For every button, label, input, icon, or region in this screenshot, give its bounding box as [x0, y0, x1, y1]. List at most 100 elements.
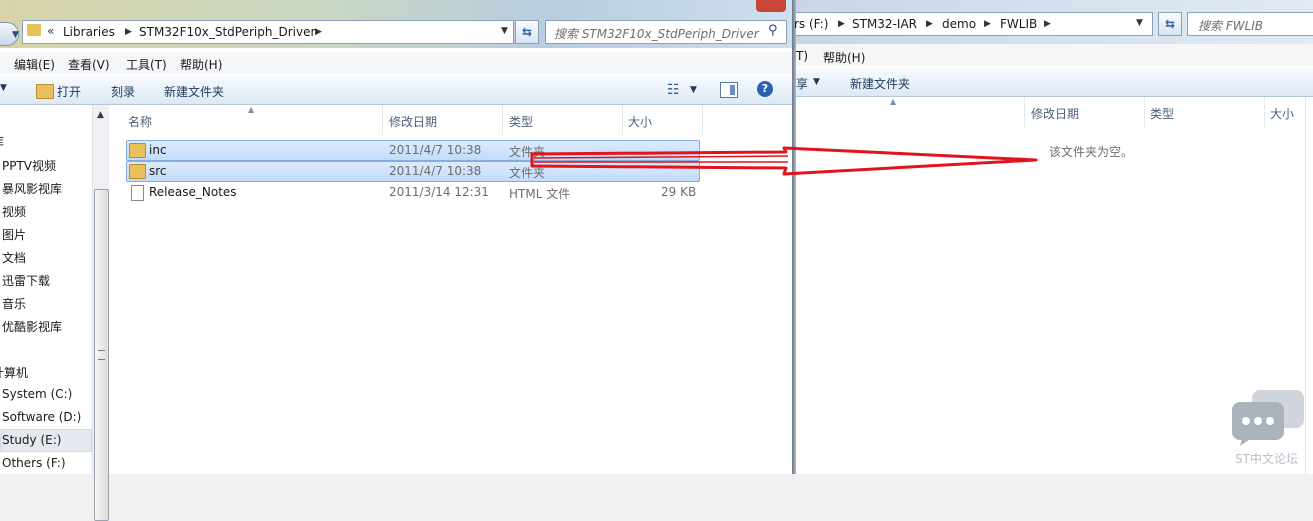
column-divider[interactable]	[702, 105, 703, 135]
help-icon[interactable]: ?	[757, 81, 773, 97]
nav-item-drive-c[interactable]: System (C:)	[2, 387, 72, 401]
nav-item-libraries[interactable]: 库	[0, 133, 4, 150]
column-divider[interactable]	[1144, 97, 1145, 127]
command-bar: 享 ▼ 新建文件夹	[796, 68, 1313, 97]
preview-pane-icon[interactable]	[720, 82, 738, 98]
refresh-button[interactable]: ⇆	[515, 20, 539, 44]
column-divider[interactable]	[1024, 97, 1025, 127]
file-date: 2011/4/7 10:38	[389, 164, 482, 178]
left-title-bar: ▼ « Libraries ▶ STM32F10x_StdPeriph_Driv…	[0, 0, 792, 48]
search-input[interactable]: 搜索 STM32F10x_StdPeriph_Driver ⚲	[545, 20, 787, 44]
column-header-date[interactable]: 修改日期	[389, 113, 437, 130]
folder-icon	[27, 24, 41, 36]
breadcrumb-arrow-icon[interactable]: ▶	[125, 27, 132, 37]
breadcrumb-fwlib[interactable]: FWLIB	[1000, 17, 1037, 31]
file-name[interactable]: src	[149, 164, 167, 178]
folder-icon	[129, 143, 146, 158]
folder-icon	[129, 164, 146, 179]
menu-view[interactable]: 查看(V)	[68, 56, 110, 73]
organize-dropdown-icon[interactable]: ▼	[0, 83, 7, 93]
watermark-text: ST中文论坛	[1235, 452, 1298, 466]
empty-folder-message: 该文件夹为空。	[1049, 145, 1134, 159]
breadcrumb-arrow-icon[interactable]: ▶	[1044, 19, 1051, 29]
table-row[interactable]: Release_Notes 2011/3/14 12:31 HTML 文件 29…	[127, 183, 699, 202]
address-bar[interactable]: « Libraries ▶ STM32F10x_StdPeriph_Driver…	[22, 20, 514, 44]
refresh-button[interactable]: ⇆	[1158, 12, 1182, 36]
search-placeholder: 搜索 STM32F10x_StdPeriph_Driver	[554, 27, 759, 41]
address-dropdown-icon[interactable]: ▼	[501, 26, 508, 36]
nav-item-music[interactable]: 音乐	[2, 295, 26, 312]
breadcrumb-libraries[interactable]: Libraries	[63, 25, 115, 39]
column-divider[interactable]	[622, 105, 623, 135]
file-type: HTML 文件	[509, 187, 571, 201]
breadcrumb-arrow-icon[interactable]: ▶	[926, 19, 933, 29]
menu-help[interactable]: 帮助(H)	[823, 49, 865, 66]
nav-item-xunlei[interactable]: 迅雷下载	[2, 272, 50, 289]
address-overflow-chevron[interactable]: «	[47, 24, 54, 38]
window-close-button[interactable]	[756, 0, 786, 12]
navigation-scrollbar[interactable]: ▲	[92, 105, 109, 521]
breadcrumb-stdperiph-driver[interactable]: STM32F10x_StdPeriph_Driver	[139, 25, 315, 39]
search-placeholder: 搜索 FWLIB	[1198, 19, 1264, 33]
column-header-name[interactable]: 名称	[128, 113, 152, 130]
nav-item-youku[interactable]: 优酷影视库	[2, 318, 62, 335]
nav-item-drive-f[interactable]: Others (F:)	[2, 456, 66, 470]
share-dropdown-icon[interactable]: ▼	[813, 77, 820, 87]
nav-item-drive-d[interactable]: Software (D:)	[2, 410, 81, 424]
address-bar[interactable]: rs (F:) ▶ STM32-IAR ▶ demo ▶ FWLIB ▶ ▼	[794, 12, 1153, 36]
file-size: 29 KB	[661, 185, 697, 199]
recent-pages-dropdown-icon[interactable]: ▼	[12, 30, 19, 40]
menu-edit[interactable]: 编辑(E)	[14, 56, 55, 73]
scrollbar-thumb[interactable]	[94, 189, 109, 521]
command-bar: ▼ 打开 刻录 新建文件夹 ☷ ▼ ?	[0, 76, 792, 105]
red-arrow-annotation	[530, 146, 1038, 176]
forum-chat-logo-icon	[1232, 390, 1304, 446]
new-folder-button[interactable]: 新建文件夹	[850, 75, 910, 92]
nav-item-documents[interactable]: 文档	[2, 249, 26, 266]
column-divider[interactable]	[1264, 97, 1265, 127]
file-name[interactable]: Release_Notes	[149, 185, 237, 199]
menu-tools[interactable]: 工具(T)	[126, 56, 167, 73]
scroll-up-arrow-icon[interactable]: ▲	[97, 110, 104, 120]
column-header-size[interactable]: 大小	[1270, 105, 1294, 122]
menu-bar: T) 帮助(H)	[796, 44, 1313, 66]
burn-button[interactable]: 刻录	[111, 83, 135, 100]
column-header-type[interactable]: 类型	[509, 113, 533, 130]
file-name[interactable]: inc	[149, 143, 167, 157]
menu-bar: 编辑(E) 查看(V) 工具(T) 帮助(H)	[0, 52, 792, 74]
share-button[interactable]: 享	[796, 75, 808, 92]
open-folder-icon	[36, 84, 54, 99]
scrollbar-grip	[98, 350, 105, 360]
breadcrumb-drive-f[interactable]: rs (F:)	[794, 17, 828, 31]
nav-item-videos[interactable]: 视频	[2, 203, 26, 220]
file-date: 2011/4/7 10:38	[389, 143, 482, 157]
menu-help[interactable]: 帮助(H)	[180, 56, 222, 73]
address-dropdown-icon[interactable]: ▼	[1136, 18, 1143, 28]
column-divider[interactable]	[502, 105, 503, 135]
column-header-size[interactable]: 大小	[628, 113, 652, 130]
view-dropdown-icon[interactable]: ▼	[690, 85, 697, 95]
breadcrumb-arrow-icon[interactable]: ▶	[315, 27, 322, 37]
open-button[interactable]: 打开	[57, 83, 81, 100]
nav-item-drive-e[interactable]: Study (E:)	[2, 433, 61, 447]
sort-ascending-icon: ▲	[248, 105, 255, 114]
nav-item-pptv[interactable]: PPTV视频	[2, 157, 56, 174]
nav-item-baofeng[interactable]: 暴风影视库	[2, 180, 62, 197]
nav-item-pictures[interactable]: 图片	[2, 226, 26, 243]
breadcrumb-arrow-icon[interactable]: ▶	[838, 19, 845, 29]
search-icon[interactable]: ⚲	[768, 23, 778, 38]
column-divider[interactable]	[382, 105, 383, 135]
breadcrumb-arrow-icon[interactable]: ▶	[984, 19, 991, 29]
file-date: 2011/3/14 12:31	[389, 185, 489, 199]
nav-item-computer[interactable]: 计算机	[0, 364, 28, 381]
view-options-icon[interactable]: ☷	[667, 82, 680, 98]
sort-ascending-icon: ▲	[890, 97, 897, 106]
column-header-date[interactable]: 修改日期	[1031, 105, 1079, 122]
menu-tools[interactable]: T)	[796, 49, 808, 63]
new-folder-button[interactable]: 新建文件夹	[164, 83, 224, 100]
search-input[interactable]: 搜索 FWLIB	[1187, 12, 1313, 36]
breadcrumb-demo[interactable]: demo	[942, 17, 976, 31]
column-header-type[interactable]: 类型	[1150, 105, 1174, 122]
breadcrumb-stm32-iar[interactable]: STM32-IAR	[852, 17, 917, 31]
left-explorer-window: ▼ « Libraries ▶ STM32F10x_StdPeriph_Driv…	[0, 0, 792, 521]
